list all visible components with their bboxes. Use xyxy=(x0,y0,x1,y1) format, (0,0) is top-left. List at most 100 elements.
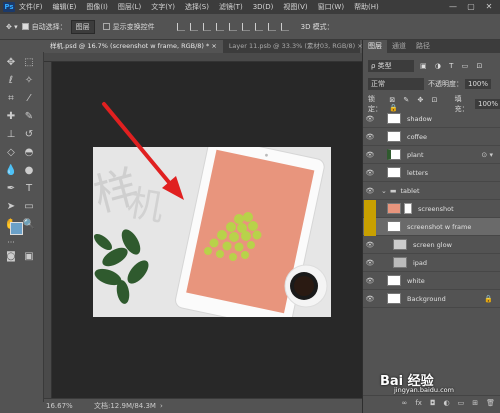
layer-filter-dropdown[interactable]: ρ 类型 xyxy=(368,60,414,72)
align-icon[interactable] xyxy=(215,22,224,31)
fill-field[interactable]: 100% xyxy=(474,99,500,109)
zoom-tool-icon[interactable]: 🔍 xyxy=(22,218,36,232)
layer-row[interactable]: 👁 shadow xyxy=(363,110,500,128)
healing-brush-icon[interactable]: ✚ xyxy=(4,110,18,124)
marquee-tool-icon[interactable]: ⬚ xyxy=(22,56,36,70)
path-select-icon[interactable]: ➤ xyxy=(4,200,18,214)
menu-select[interactable]: 选择(S) xyxy=(185,2,209,12)
zoom-readout[interactable]: 16.67% xyxy=(46,402,86,410)
adjustment-layer-icon[interactable]: ◐ xyxy=(444,399,450,407)
align-buttons xyxy=(176,22,289,31)
add-mask-icon[interactable]: ◘ xyxy=(430,399,436,407)
align-icon[interactable] xyxy=(241,22,250,31)
foreground-color-swatch[interactable] xyxy=(10,222,23,235)
filter-icons[interactable]: ▣ ◑ T ▭ ⊡ xyxy=(420,62,485,70)
auto-select-checkbox[interactable] xyxy=(21,23,29,30)
new-group-icon[interactable]: ▭ xyxy=(458,399,465,407)
history-brush-icon[interactable]: ↺ xyxy=(22,128,36,142)
menu-filter[interactable]: 滤镜(T) xyxy=(219,2,243,12)
align-icon[interactable] xyxy=(176,22,185,31)
minimize-button[interactable]: — xyxy=(444,0,462,14)
move-tool-icon[interactable]: ✥ xyxy=(4,56,18,70)
tab-paths[interactable]: 路径 xyxy=(411,40,435,53)
menu-window[interactable]: 窗口(W) xyxy=(318,2,344,12)
menu-help[interactable]: 帮助(H) xyxy=(354,2,379,12)
tab-document-1[interactable]: 样机.psd @ 16.7% (screenshot w frame, RGB/… xyxy=(44,40,223,53)
visibility-eye-icon[interactable]: 👁 xyxy=(363,169,377,177)
opacity-field[interactable]: 100% xyxy=(465,79,492,89)
blend-mode-dropdown[interactable]: 正常 xyxy=(368,78,424,90)
show-transform-checkbox[interactable] xyxy=(102,23,110,30)
filter-row: ρ 类型 ▣ ◑ T ▭ ⊡ xyxy=(363,60,500,72)
align-icon[interactable] xyxy=(267,22,276,31)
brush-tool-icon[interactable]: ✎ xyxy=(22,110,36,124)
link-layers-icon[interactable]: ∞ xyxy=(402,399,408,407)
tab-channels[interactable]: 通道 xyxy=(387,40,411,53)
align-icon[interactable] xyxy=(254,22,263,31)
menu-file[interactable]: 文件(F) xyxy=(19,2,43,12)
magic-wand-icon[interactable]: ✧ xyxy=(22,74,36,88)
clone-stamp-icon[interactable]: ⊥ xyxy=(4,128,18,142)
layer-row[interactable]: 👁 screen glow xyxy=(363,236,500,254)
layer-group-row[interactable]: 👁 ⌄ ▬ tablet xyxy=(363,182,500,200)
move-tool-icon[interactable]: ✥ ▾ xyxy=(6,23,18,31)
menu-edit[interactable]: 编辑(E) xyxy=(53,2,77,12)
align-icon[interactable] xyxy=(280,22,289,31)
visibility-eye-icon[interactable]: 👁 xyxy=(363,151,377,159)
menu-image[interactable]: 图像(I) xyxy=(86,2,108,12)
more-tools-icon[interactable]: ··· xyxy=(4,236,18,250)
mask-thumbnail xyxy=(404,203,412,214)
tab-layers[interactable]: 图层 xyxy=(363,40,387,53)
close-icon[interactable]: × xyxy=(211,42,216,50)
visibility-eye-icon[interactable]: 👁 xyxy=(363,187,377,195)
menu-layer[interactable]: 图层(L) xyxy=(118,2,141,12)
pen-tool-icon[interactable]: ✒ xyxy=(4,182,18,196)
dodge-tool-icon[interactable]: ● xyxy=(22,164,36,178)
fx-icon[interactable]: fx xyxy=(415,399,422,407)
menu-view[interactable]: 视图(V) xyxy=(283,2,307,12)
blur-tool-icon[interactable]: 💧 xyxy=(4,164,18,178)
auto-select-dropdown[interactable]: 图层 xyxy=(70,19,95,34)
layer-row[interactable]: 👁 white xyxy=(363,272,500,290)
align-icon[interactable] xyxy=(189,22,198,31)
paint-bucket-icon[interactable]: ◓ xyxy=(22,146,36,160)
rectangle-tool-icon[interactable]: ▭ xyxy=(22,200,36,214)
maximize-button[interactable]: ▢ xyxy=(462,0,480,14)
layer-row[interactable]: screenshot xyxy=(363,199,500,218)
layers-panel: 图层 通道 路径 ρ 类型 ▣ ◑ T ▭ ⊡ 正常 不透明度： 100% 锁定… xyxy=(362,40,500,413)
align-icon[interactable] xyxy=(228,22,237,31)
layer-name: coffee xyxy=(407,132,428,141)
crop-tool-icon[interactable]: ⌗ xyxy=(4,92,18,106)
layer-name: white xyxy=(407,276,425,285)
layer-row[interactable]: 👁 ipad xyxy=(363,254,500,272)
effects-icon[interactable]: ⊙ ▾ xyxy=(481,151,493,159)
eyedropper-icon[interactable]: ⁄ xyxy=(22,92,36,106)
visibility-eye-icon[interactable]: 👁 xyxy=(363,259,377,267)
menu-3d[interactable]: 3D(D) xyxy=(253,3,274,11)
chevron-right-icon[interactable]: › xyxy=(160,402,163,410)
layer-row[interactable]: 👁 coffee xyxy=(363,128,500,146)
layer-row-selected[interactable]: screenshot w frame xyxy=(363,217,500,236)
layer-row[interactable]: 👁 plant ⊙ ▾ xyxy=(363,146,500,164)
visibility-eye-icon[interactable]: 👁 xyxy=(363,277,377,285)
visibility-eye-icon[interactable]: 👁 xyxy=(363,241,377,249)
layer-thumbnail xyxy=(393,239,407,250)
tab-document-2[interactable]: Layer 11.psb @ 33.3% (素材03, RGB/8) × xyxy=(223,40,369,53)
visibility-eye-icon[interactable]: 👁 xyxy=(363,115,377,123)
layer-row[interactable]: 👁 Background 🔒 xyxy=(363,290,500,308)
horizontal-ruler xyxy=(44,53,362,62)
eraser-icon[interactable]: ◇ xyxy=(4,146,18,160)
trash-icon[interactable]: 🗑 xyxy=(486,399,495,407)
align-icon[interactable] xyxy=(202,22,211,31)
menu-type[interactable]: 文字(Y) xyxy=(151,2,175,12)
layer-row[interactable]: 👁 letters xyxy=(363,164,500,182)
visibility-eye-icon[interactable]: 👁 xyxy=(363,133,377,141)
chevron-down-icon[interactable]: ⌄ xyxy=(381,187,387,195)
type-tool-icon[interactable]: T xyxy=(22,182,36,196)
new-layer-icon[interactable]: ⊞ xyxy=(472,399,478,407)
screen-mode-icon[interactable]: ▣ xyxy=(22,250,36,264)
visibility-eye-icon[interactable]: 👁 xyxy=(363,295,377,303)
lasso-tool-icon[interactable]: ℓ xyxy=(4,74,18,88)
quick-mask-icon[interactable]: ◙ xyxy=(4,250,18,264)
close-button[interactable]: ✕ xyxy=(480,0,498,14)
